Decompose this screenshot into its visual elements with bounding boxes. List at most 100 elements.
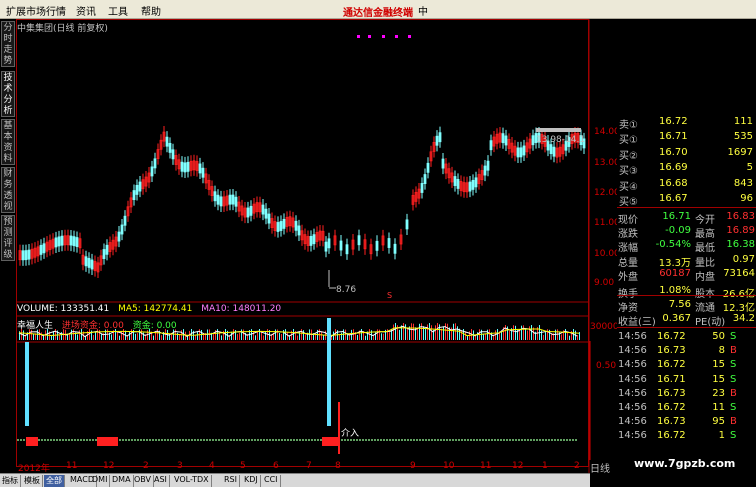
volume-bar — [405, 324, 406, 340]
indicator-tab-1[interactable]: 模板 — [22, 475, 43, 487]
indicator-tab-2[interactable]: 全部 — [44, 475, 65, 487]
quote-cell: 买④ — [619, 181, 638, 193]
indicator-tab-9[interactable]: RSI — [222, 475, 240, 487]
indicator-tab-0[interactable]: 指标 — [0, 475, 21, 487]
volume-bar — [71, 329, 72, 340]
volume-bar — [305, 334, 306, 340]
quote-cell: B — [730, 416, 737, 428]
marker-dot — [408, 35, 411, 38]
quote-cell: 卖① — [619, 120, 638, 131]
volume-bar — [251, 329, 252, 340]
volume-bar — [33, 333, 34, 340]
candle-body — [438, 132, 442, 143]
volume-bar — [525, 328, 526, 340]
quote-cell: B — [730, 345, 737, 357]
indicator-tab-8[interactable]: VOL-TDX — [172, 475, 212, 487]
volume-bar — [457, 326, 458, 340]
marker-dot — [368, 35, 371, 38]
candle-body — [357, 235, 361, 246]
panel-divider — [617, 207, 756, 208]
volume-bar — [435, 325, 436, 340]
candle-body — [186, 161, 190, 172]
candle-body — [501, 133, 505, 144]
range-box — [536, 128, 581, 132]
quote-cell: 买⑤ — [619, 197, 638, 208]
volume-bar — [173, 329, 174, 340]
volume-bar — [241, 329, 242, 340]
candle-body — [405, 219, 409, 230]
quote-cell: 16.72 — [657, 402, 686, 413]
candle-body — [228, 194, 232, 205]
volume-bar — [237, 334, 238, 340]
volume-legend: VOLUME: 133351.41 MA5: 142774.41 MA10: 1… — [17, 304, 281, 314]
candle-body — [132, 190, 136, 201]
volume-bar — [427, 324, 428, 340]
quote-cell: 15 — [712, 359, 725, 371]
candle-body — [312, 234, 316, 245]
candle-body — [282, 218, 286, 229]
indicator-tab-5[interactable]: DMA — [110, 475, 134, 487]
volume-bar — [565, 329, 566, 340]
volume-bar — [509, 330, 510, 340]
stock-title: 中集集团(日线 前复权) — [17, 24, 108, 34]
range-label: 13.98-14.1 — [536, 135, 585, 145]
indicator-name[interactable]: 幸福人生 — [17, 321, 53, 331]
quote-cell: 16.71 — [659, 131, 688, 142]
quote-cell: 14:56 — [618, 331, 647, 342]
indicator-legend: 幸福人生 进场资金: 0.00 资金: 0.00 — [17, 318, 177, 331]
volume-bar — [377, 329, 378, 340]
stat-row: 总量 13.3万 量比 0.97 — [617, 253, 756, 269]
candle-body — [423, 174, 427, 184]
candle-body — [549, 144, 553, 155]
period-label[interactable]: 日线 — [590, 460, 610, 475]
indicator-tab-11[interactable]: CCI — [262, 475, 281, 487]
bid-row: 买④ 16.68 843 — [617, 177, 756, 193]
indicator-tab-10[interactable]: KDJ — [242, 475, 261, 487]
tick-row: 14:56 16.73 8 B — [617, 344, 756, 358]
candle-body — [276, 222, 280, 232]
candle-body — [27, 249, 31, 260]
volume-bar — [429, 323, 430, 340]
candle-body — [57, 236, 61, 247]
indicator-tab-6[interactable]: OBV — [132, 475, 155, 487]
volume-bar — [137, 333, 138, 340]
price-tick: 9.00 — [594, 278, 614, 288]
candle-body — [135, 184, 139, 195]
candle-body — [426, 162, 430, 173]
volume-bar — [357, 335, 358, 340]
candle-body — [21, 250, 25, 261]
quote-cell: 16.72 — [657, 430, 686, 442]
volume-bar — [177, 332, 178, 340]
volume-bar — [77, 334, 78, 340]
volume-bar — [421, 323, 422, 340]
volume-bar — [393, 324, 394, 340]
candle-body — [489, 140, 493, 151]
date-tick: 3 — [177, 461, 183, 471]
indicator-field-2: 资金: 0.00 — [132, 321, 177, 331]
volume-bar — [437, 323, 438, 340]
indicator-tab-4[interactable]: DMI — [90, 475, 111, 487]
candle-body — [294, 220, 298, 231]
watermark: www.7gpzb.com — [634, 457, 736, 470]
volume-bar — [425, 328, 426, 340]
quote-cell: 50 — [712, 331, 725, 342]
stat-row: 外盘 60187 内盘 73164 — [617, 267, 756, 283]
date-tick: 12 — [512, 461, 524, 471]
volume-bar — [119, 335, 120, 340]
candle-body — [327, 238, 331, 249]
volume-bar — [389, 332, 390, 340]
candle-body — [213, 191, 217, 202]
candle-body — [261, 204, 265, 215]
volume-bar — [523, 325, 524, 340]
quote-cell: 14:56 — [618, 345, 647, 357]
volume-bar — [117, 331, 118, 340]
quote-cell: 8 — [718, 345, 725, 357]
quote-cell: 16.68 — [659, 177, 688, 189]
candle-body — [264, 208, 268, 219]
signal-bar — [327, 318, 331, 426]
intervene-label: 介入 — [341, 428, 359, 439]
volume-bar — [95, 332, 96, 340]
candle-body — [345, 244, 349, 255]
indicator-tab-7[interactable]: ASI — [152, 475, 170, 487]
candle-body — [249, 205, 253, 216]
